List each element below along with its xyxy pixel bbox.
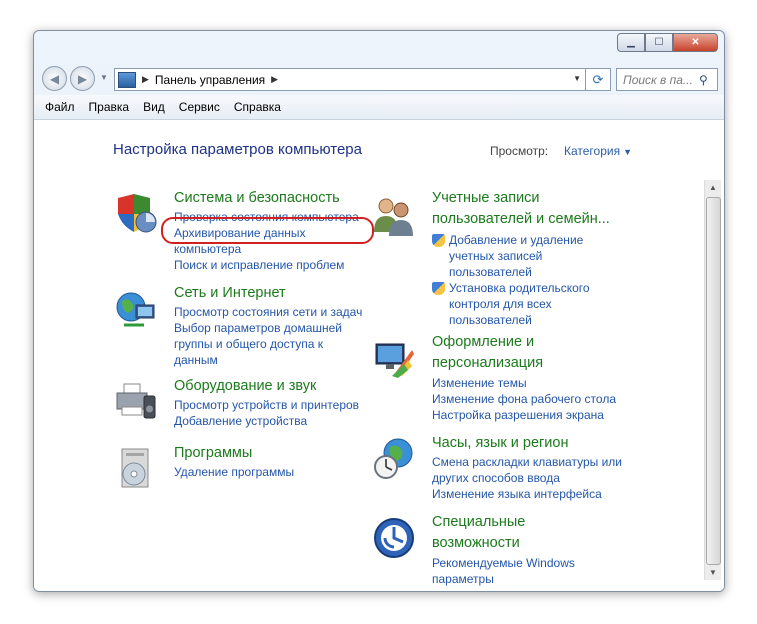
category-links: Изменение темы Изменение фона рабочего с… (432, 375, 616, 423)
menu-edit[interactable]: Правка (89, 100, 130, 114)
link-add-device[interactable]: Добавление устройства (174, 413, 359, 429)
scroll-down-icon[interactable]: ▼ (705, 565, 721, 580)
users-icon[interactable] (372, 194, 416, 238)
category-title-line[interactable]: персонализация (432, 353, 543, 374)
maximize-button[interactable]: ☐ (645, 33, 673, 52)
link-change-language[interactable]: Изменение языка интерфейса (432, 486, 622, 502)
link-text[interactable]: учетных записей (449, 248, 583, 264)
appearance-icon[interactable] (372, 336, 416, 380)
link-network-status[interactable]: Просмотр состояния сети и задач (174, 304, 362, 320)
category-title[interactable]: Учетные записи пользователей и семейн... (432, 188, 610, 230)
link-change-keyboard[interactable]: Смена раскладки клавиатуры или (432, 454, 622, 470)
search-input[interactable]: Поиск в па... (623, 73, 699, 87)
address-bar[interactable]: ▶ Панель управления ▶ ▼ (114, 68, 586, 91)
shield-icon[interactable] (114, 192, 158, 236)
link-text[interactable]: Установка родительского (449, 280, 590, 296)
link-uninstall-program[interactable]: Удаление программы (174, 464, 294, 480)
minimize-button[interactable]: ▁ (617, 33, 645, 52)
accessibility-icon[interactable] (372, 516, 416, 560)
category-title[interactable]: Оборудование и звук (174, 376, 316, 397)
category-links: Просмотр состояния сети и задач Выбор па… (174, 304, 362, 368)
navigation-bar: ◀ ▶ ▼ ▶ Панель управления ▶ ▼ ⟳ Поиск в … (34, 61, 724, 95)
link-screen-resolution[interactable]: Настройка разрешения экрана (432, 407, 616, 423)
link-troubleshoot[interactable]: Поиск и исправление проблем (174, 257, 359, 273)
link-change-background[interactable]: Изменение фона рабочего стола (432, 391, 616, 407)
control-panel-window: ▁ ☐ ✕ ◀ ▶ ▼ ▶ Панель управления ▶ ▼ ⟳ По… (33, 30, 725, 592)
view-mode-dropdown[interactable]: Категория ▼ (564, 144, 632, 158)
category-title-line[interactable]: Специальные (432, 512, 525, 533)
breadcrumb-control-panel[interactable]: Панель управления (155, 73, 265, 87)
network-globe-icon[interactable] (114, 287, 158, 331)
category-title[interactable]: Специальные возможности (432, 512, 525, 554)
refresh-button[interactable]: ⟳ (585, 68, 611, 91)
menu-bar: Файл Правка Вид Сервис Справка (34, 95, 724, 120)
search-box[interactable]: Поиск в па... ⚲ (616, 68, 718, 91)
link-text[interactable]: контроля для всех (449, 296, 590, 312)
search-icon[interactable]: ⚲ (699, 73, 717, 87)
category-title-line[interactable]: пользователей и семейн... (432, 209, 610, 230)
category-title-line[interactable]: Часы, язык и регион (432, 433, 568, 454)
title-bar[interactable]: ▁ ☐ ✕ (34, 31, 724, 59)
page-title: Настройка параметров компьютера (113, 141, 362, 158)
menu-view[interactable]: Вид (143, 100, 165, 114)
link-text[interactable]: Добавление и удаление (449, 232, 583, 248)
link-change-theme[interactable]: Изменение темы (432, 375, 616, 391)
highlight-annotation (161, 217, 374, 244)
category-title[interactable]: Программы (174, 443, 252, 464)
link-homegroup[interactable]: данным (174, 352, 362, 368)
category-links: Просмотр устройств и принтеров Добавлени… (174, 397, 359, 429)
back-button[interactable]: ◀ (42, 66, 67, 91)
link-add-remove-accounts[interactable]: Добавление и удаление учетных записей по… (432, 232, 590, 280)
history-dropdown-icon[interactable]: ▼ (100, 73, 108, 82)
link-devices-printers[interactable]: Просмотр устройств и принтеров (174, 397, 359, 413)
link-homegroup[interactable]: группы и общего доступа к (174, 336, 362, 352)
category-title-line[interactable]: Оформление и (432, 332, 543, 353)
breadcrumb-arrow-icon[interactable]: ▶ (271, 74, 278, 85)
caret-down-icon[interactable]: ▼ (623, 147, 632, 157)
forward-button[interactable]: ▶ (70, 66, 95, 91)
category-title[interactable]: Часы, язык и регион (432, 433, 568, 454)
window-controls: ▁ ☐ ✕ (617, 33, 718, 52)
category-title-line[interactable]: Учетные записи (432, 188, 610, 209)
category-title-line[interactable]: возможности (432, 533, 525, 554)
scrollbar-thumb[interactable] (706, 197, 721, 565)
category-links: Смена раскладки клавиатуры или других сп… (432, 454, 622, 502)
address-dropdown-icon[interactable]: ▼ (573, 74, 581, 83)
content-area: Настройка параметров компьютера Просмотр… (34, 120, 724, 591)
category-title[interactable]: Система и безопасность (174, 188, 340, 209)
view-label: Просмотр: (490, 144, 549, 158)
link-recommended-settings[interactable]: Рекомендуемые Windows (432, 555, 575, 571)
menu-tools[interactable]: Сервис (179, 100, 220, 114)
printer-icon[interactable] (114, 380, 158, 424)
uac-shield-icon (432, 282, 445, 295)
link-change-keyboard[interactable]: других способов ввода (432, 470, 622, 486)
link-text[interactable]: пользователей (449, 312, 590, 328)
link-recommended-settings[interactable]: параметры (432, 571, 575, 587)
link-homegroup[interactable]: Выбор параметров домашней (174, 320, 362, 336)
uac-shield-icon (432, 234, 445, 247)
category-links: Рекомендуемые Windows параметры (432, 555, 575, 587)
vertical-scrollbar[interactable]: ▲ ▼ (704, 180, 721, 580)
scroll-up-icon[interactable]: ▲ (705, 180, 721, 195)
view-mode-value[interactable]: Категория (564, 144, 620, 158)
close-button[interactable]: ✕ (673, 33, 718, 52)
clock-globe-icon[interactable] (372, 437, 416, 481)
category-links: Удаление программы (174, 464, 294, 480)
category-title[interactable]: Сеть и Интернет (174, 283, 286, 304)
menu-file[interactable]: Файл (45, 100, 75, 114)
category-links: Добавление и удаление учетных записей по… (432, 232, 590, 328)
control-panel-icon (118, 71, 136, 88)
category-title[interactable]: Оформление и персонализация (432, 332, 543, 374)
link-parental-controls[interactable]: Установка родительского контроля для все… (432, 280, 590, 328)
link-text[interactable]: пользователей (449, 264, 583, 280)
breadcrumb-arrow-icon[interactable]: ▶ (142, 74, 149, 85)
menu-help[interactable]: Справка (234, 100, 281, 114)
programs-icon[interactable] (114, 447, 158, 491)
